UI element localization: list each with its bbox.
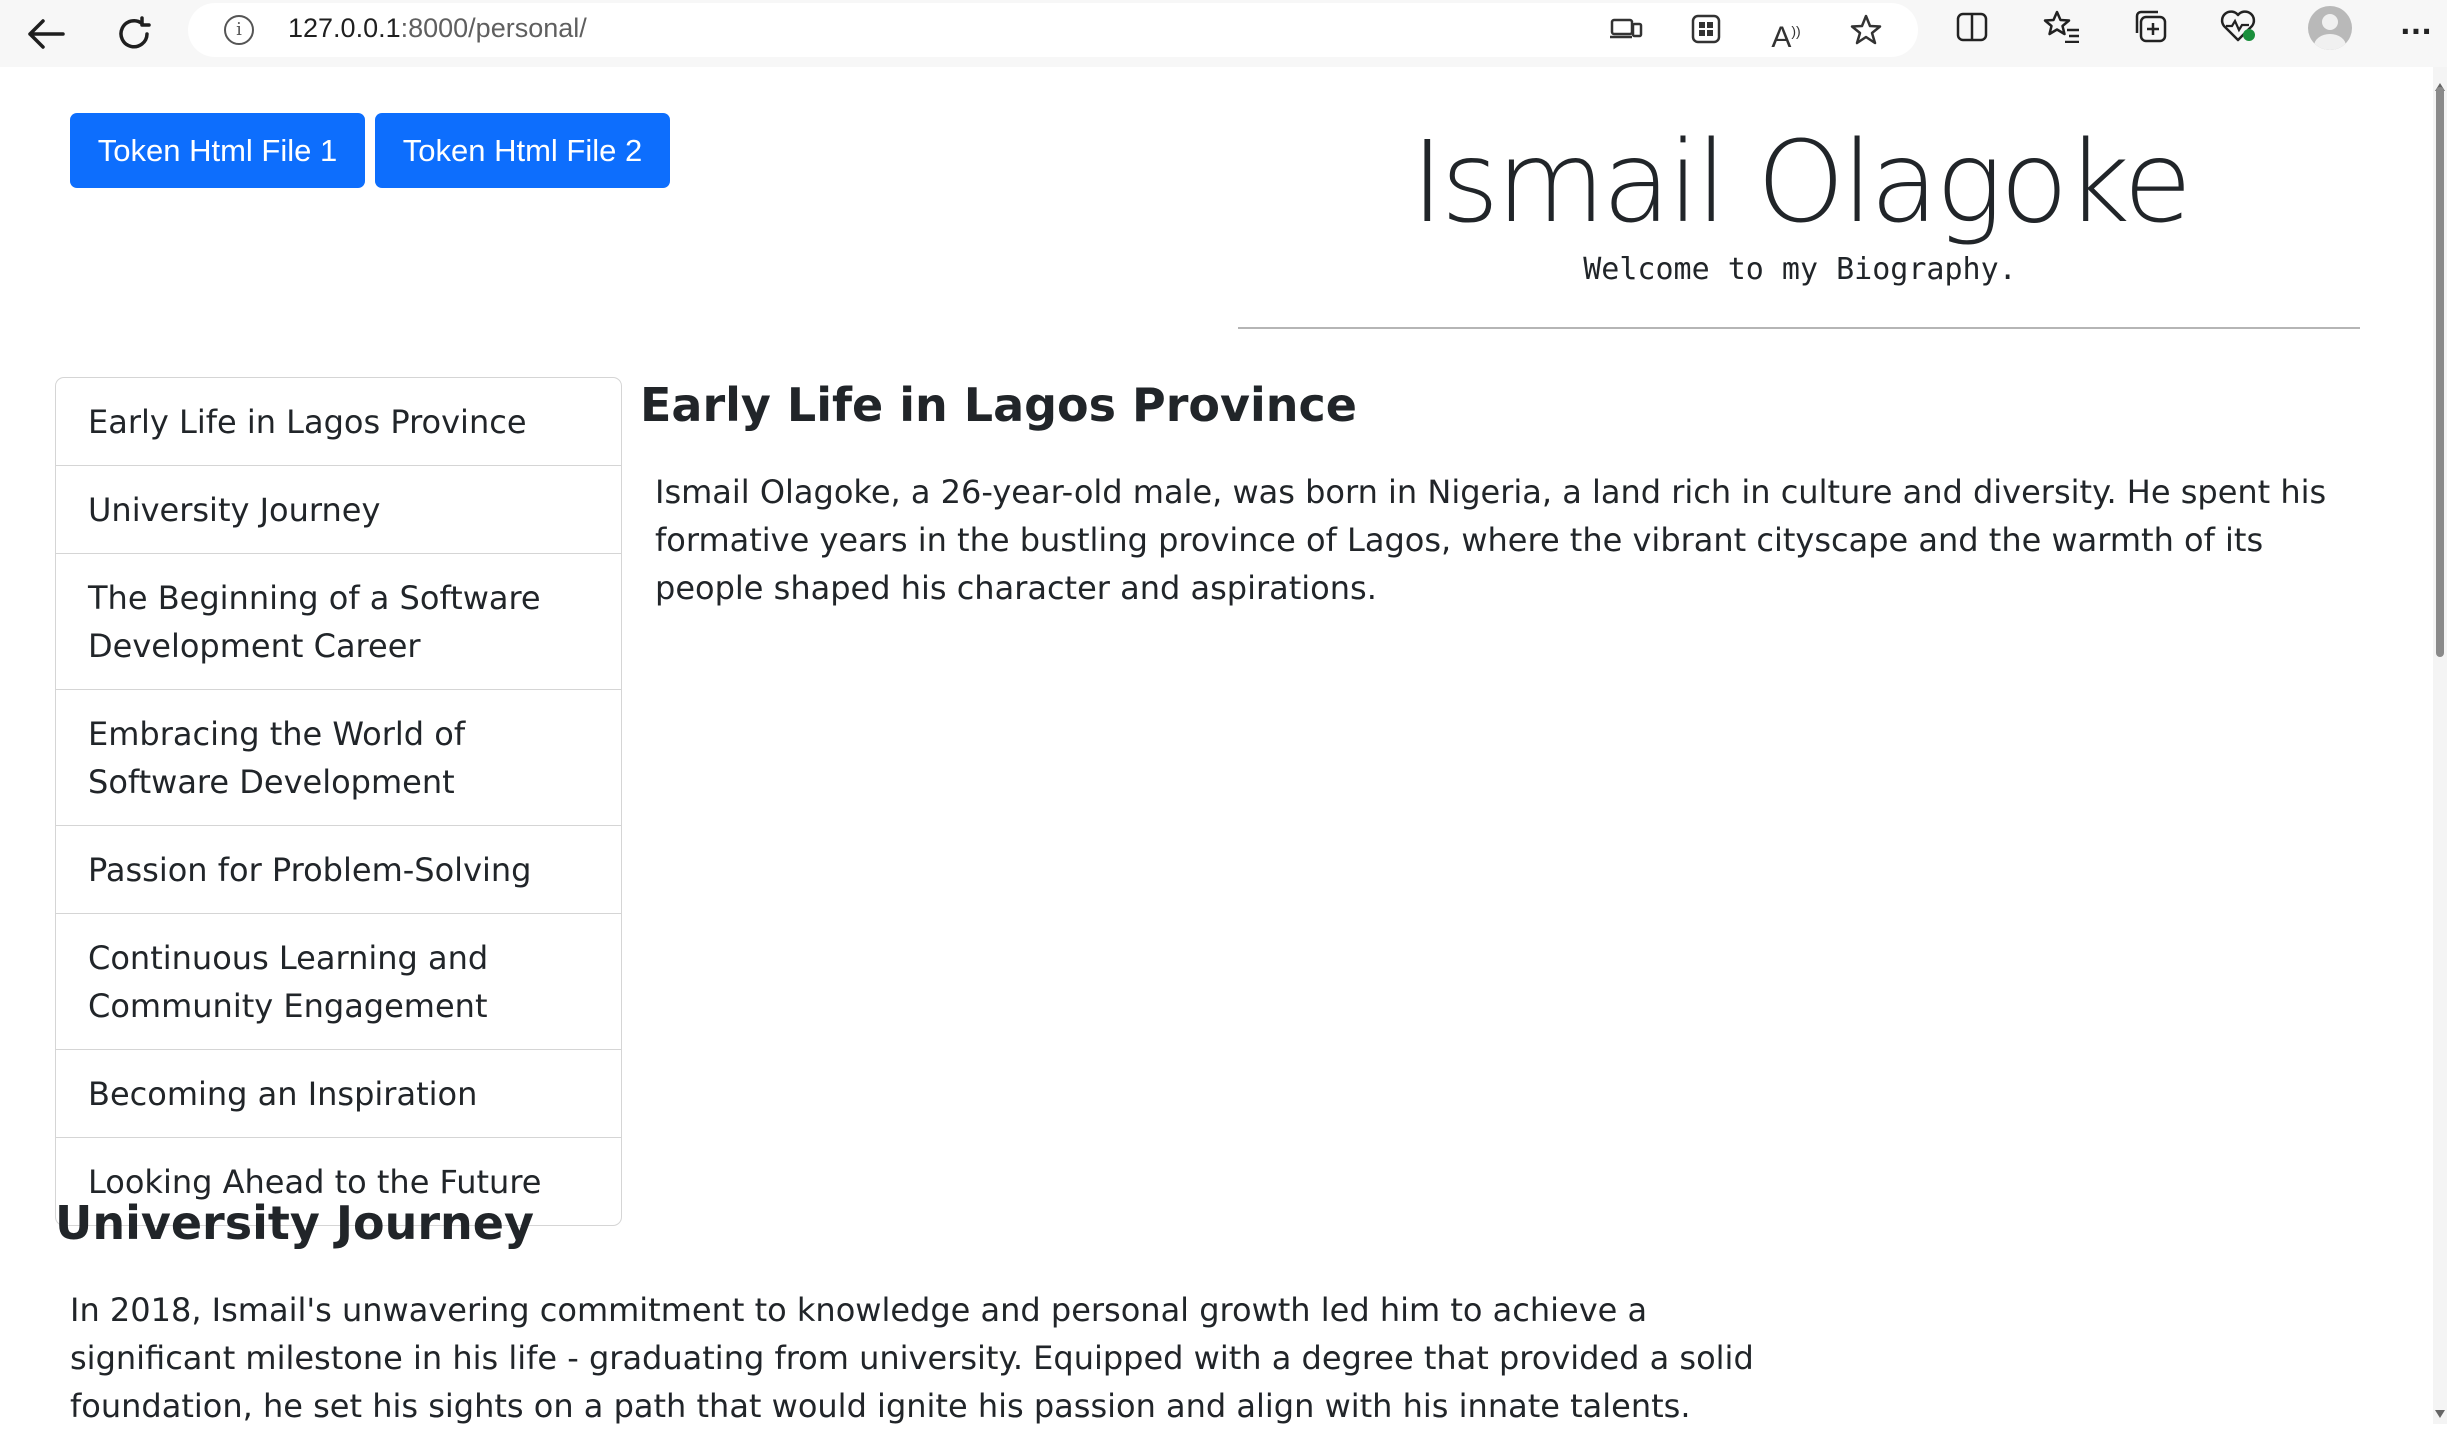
nav-item-embracing-software[interactable]: Embracing the World of Software Developm… [56, 690, 621, 826]
back-arrow-icon[interactable] [18, 6, 74, 62]
favorites-list-icon[interactable] [2038, 8, 2086, 56]
profile-avatar-icon[interactable] [2308, 6, 2352, 50]
nav-item-software-career-beginning[interactable]: The Beginning of a Software Development … [56, 554, 621, 690]
url-host: 127.0.0.1 [288, 13, 401, 43]
url-path: :8000/personal/ [400, 13, 587, 43]
page-scrollbar[interactable] [2433, 67, 2447, 1424]
nav-item-inspiration[interactable]: Becoming an Inspiration [56, 1050, 621, 1138]
section-heading-university-journey: University Journey [55, 1196, 534, 1250]
nav-item-problem-solving[interactable]: Passion for Problem-Solving [56, 826, 621, 914]
section-body-early-life: Ismail Olagoke, a 26-year-old male, was … [655, 473, 2327, 607]
apps-grid-icon[interactable] [1688, 13, 1724, 49]
token-html-file-2-button[interactable]: Token Html File 2 [375, 113, 670, 188]
header-divider [1238, 327, 2360, 329]
device-cast-icon[interactable] [1608, 13, 1644, 49]
scrollbar-thumb[interactable] [2436, 87, 2444, 657]
page-subtitle: Welcome to my Biography. [1583, 252, 2017, 287]
nav-item-early-life[interactable]: Early Life in Lagos Province [56, 378, 621, 466]
page-title: Ismail Olagoke [1410, 118, 2192, 248]
scroll-down-arrow-icon[interactable] [2435, 1410, 2445, 1418]
split-screen-icon[interactable] [1948, 8, 1996, 56]
nav-item-continuous-learning[interactable]: Continuous Learning and Community Engage… [56, 914, 621, 1050]
token-html-file-1-button[interactable]: Token Html File 1 [70, 113, 365, 188]
browser-toolbar: i 127.0.0.1:8000/personal/ A)) ··· [0, 0, 2447, 67]
nav-item-university-journey[interactable]: University Journey [56, 466, 621, 554]
star-icon[interactable] [1848, 13, 1884, 49]
section-heading-early-life: Early Life in Lagos Province [640, 378, 1357, 432]
section-body-university-journey: In 2018, Ismail's unwavering commitment … [70, 1291, 1754, 1425]
more-menu-icon[interactable]: ··· [2392, 8, 2440, 56]
browser-essentials-icon[interactable] [2214, 8, 2262, 56]
address-bar[interactable]: i 127.0.0.1:8000/personal/ A)) [188, 3, 1918, 57]
collections-icon[interactable] [2126, 8, 2174, 56]
reload-icon[interactable] [106, 6, 162, 62]
section-nav-list: Early Life in Lagos Province University … [55, 377, 622, 1226]
url-text[interactable]: 127.0.0.1:8000/personal/ [288, 13, 587, 44]
read-aloud-icon[interactable]: A)) [1768, 13, 1804, 54]
site-info-icon[interactable]: i [224, 15, 254, 45]
